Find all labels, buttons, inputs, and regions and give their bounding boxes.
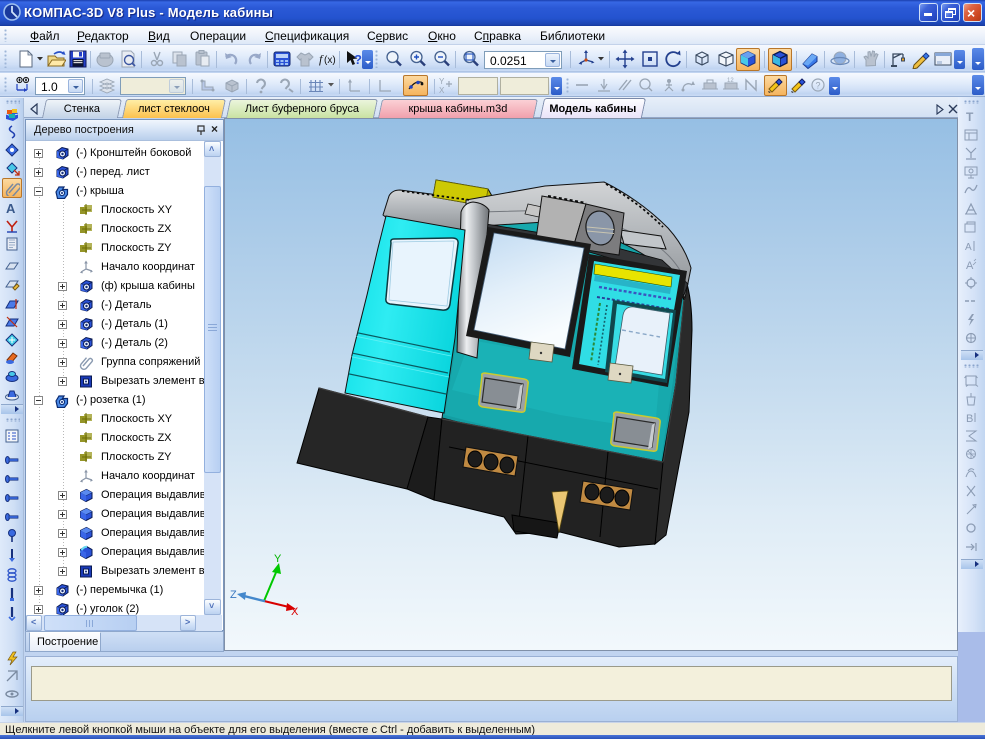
- svg-text:A: A: [965, 242, 972, 253]
- svg-text:Z: Z: [230, 589, 237, 601]
- svg-text:Y: Y: [274, 553, 282, 565]
- svg-text:?: ?: [354, 52, 362, 67]
- svg-text:T: T: [966, 110, 974, 124]
- svg-text:12: 12: [727, 78, 734, 84]
- svg-text:Y: Y: [439, 77, 445, 86]
- svg-text:X: X: [439, 86, 445, 94]
- svg-text:(x): (x): [324, 55, 336, 66]
- svg-text:A: A: [966, 260, 974, 272]
- svg-text:?: ?: [816, 81, 821, 91]
- svg-text:X: X: [291, 606, 299, 618]
- svg-text:B: B: [966, 413, 973, 425]
- svg-text:A: A: [6, 201, 16, 216]
